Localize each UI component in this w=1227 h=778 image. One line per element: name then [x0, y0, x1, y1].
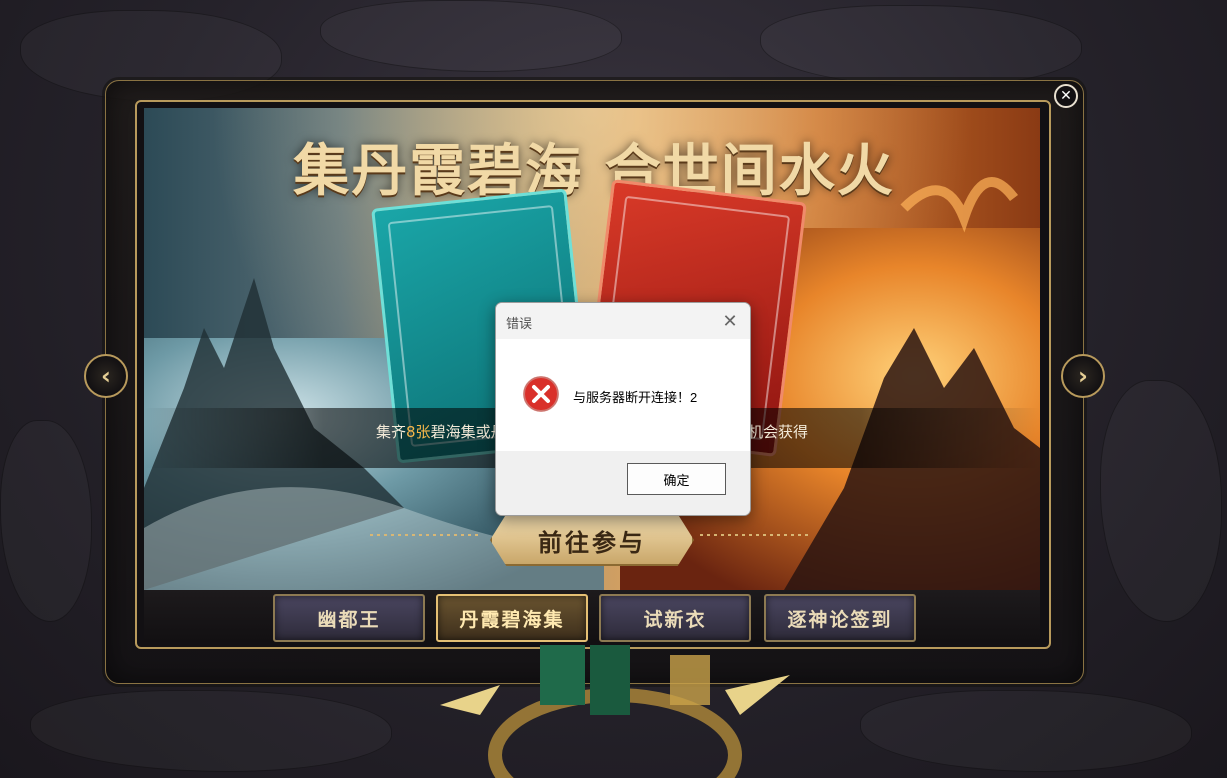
ornament-decoration [440, 645, 790, 778]
banner-description-end: 机会获得 [748, 423, 809, 441]
dialog-body: 与服务器断开连接！2 [496, 339, 750, 451]
close-panel-button[interactable]: ✕ [1054, 84, 1078, 108]
close-icon: ✕ [1060, 88, 1072, 104]
bg-stone [30, 690, 392, 772]
tab-shixinyi[interactable]: 试新衣 [599, 594, 751, 642]
dialog-footer: 确定 [496, 451, 750, 515]
banner-description: 集齐8张碧海集或丹 [376, 423, 506, 441]
error-dialog: 错误 ✕ 与服务器断开连接！2 确定 [495, 302, 751, 516]
next-page-button[interactable]: › [1061, 354, 1105, 398]
dialog-message: 与服务器断开连接！2 [573, 390, 698, 405]
prev-page-button[interactable]: ‹ [84, 354, 128, 398]
dialog-titlebar: 错误 ✕ [496, 303, 750, 339]
ok-button[interactable]: 确定 [627, 463, 726, 495]
bg-stone [0, 420, 92, 622]
dialog-close-button[interactable]: ✕ [718, 309, 742, 333]
bg-stone [760, 5, 1082, 87]
close-icon: ✕ [722, 311, 738, 331]
bg-stone [860, 690, 1192, 772]
banner-title: 集丹霞碧海 合世间水火 [293, 138, 895, 204]
tab-youduwang[interactable]: 幽都王 [273, 594, 425, 642]
chevron-right-icon: › [1078, 362, 1088, 390]
card-count-highlight: 8张 [406, 423, 431, 441]
chevron-left-icon: ‹ [101, 362, 111, 390]
tab-danxia-bihai[interactable]: 丹霞碧海集 [436, 594, 588, 642]
bg-stone [320, 0, 622, 72]
tab-zhushenlun-signin[interactable]: 逐神论签到 [764, 594, 916, 642]
dialog-title: 错误 [506, 316, 533, 331]
error-icon [523, 376, 559, 412]
event-tab-bar: 幽都王 丹霞碧海集 试新衣 逐神论签到 [144, 590, 1040, 642]
bg-stone [1100, 380, 1222, 622]
join-event-button[interactable]: 前往参与 [490, 514, 694, 566]
